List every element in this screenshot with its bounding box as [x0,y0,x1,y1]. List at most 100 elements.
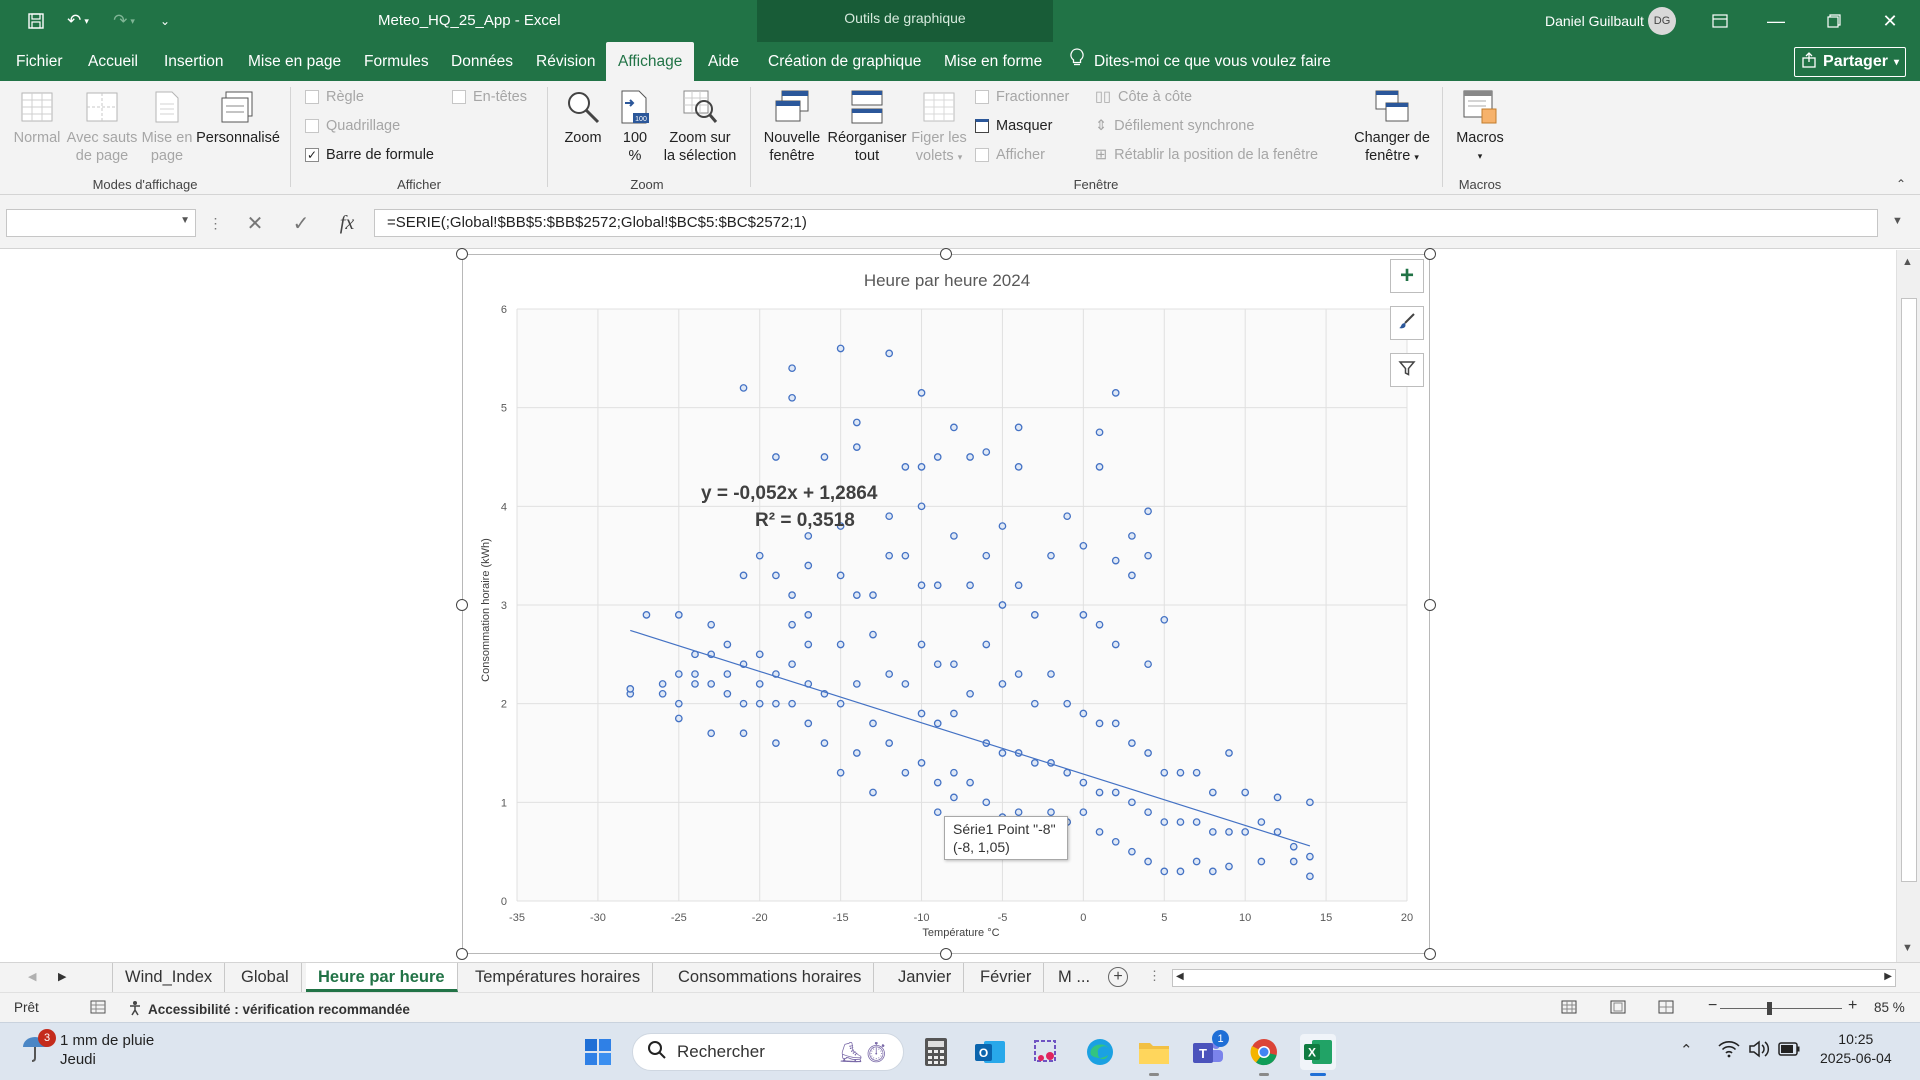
zoom-button[interactable]: Zoom [556,89,610,147]
data-point[interactable] [772,453,780,461]
data-point[interactable] [772,699,780,708]
data-point[interactable] [901,768,910,777]
data-point[interactable] [917,502,926,511]
data-point[interactable] [1306,852,1314,861]
tab-formules[interactable]: Formules [352,42,441,81]
data-point[interactable] [917,389,926,397]
data-point[interactable] [836,699,845,708]
scroll-right-icon[interactable]: ▶ [1884,971,1892,982]
scroll-down-icon[interactable]: ▼ [1902,942,1913,954]
data-point[interactable] [820,453,829,461]
weather-widget[interactable]: 3 1 mm de pluie Jeudi [20,1029,154,1069]
data-point[interactable] [1208,867,1217,876]
hide-window-button[interactable]: Masquer [975,118,1052,134]
data-point[interactable] [723,689,732,698]
data-point[interactable] [950,793,958,802]
normal-view-button[interactable]: Normal [8,89,66,147]
data-point[interactable] [982,551,991,560]
data-point[interactable] [1273,828,1282,836]
data-point[interactable] [998,749,1007,757]
data-point[interactable] [966,778,974,787]
data-point[interactable] [1111,837,1120,846]
data-point[interactable] [950,709,958,718]
outlook-icon[interactable]: O [972,1034,1008,1070]
data-point[interactable] [998,601,1007,609]
taskbar-clock[interactable]: 10:25 2025-06-04 [1820,1030,1892,1068]
more-options-icon[interactable]: ⋮ [208,209,223,237]
resize-handle[interactable] [456,599,468,611]
data-point[interactable] [1063,768,1072,777]
data-point[interactable] [950,423,958,432]
data-point[interactable] [674,714,683,723]
data-point[interactable] [836,344,845,353]
data-point[interactable] [1176,818,1185,826]
scroll-left-icon[interactable]: ◀ [1176,971,1184,982]
data-point[interactable] [1047,808,1055,817]
chevron-down-icon[interactable]: ▼ [180,215,190,226]
teams-icon[interactable]: T 1 [1190,1030,1229,1070]
data-point[interactable] [755,650,764,659]
data-point[interactable] [1306,872,1314,881]
data-point[interactable] [658,689,667,698]
split-button[interactable]: Fractionner [975,89,1069,105]
tab-aide[interactable]: Aide [696,42,751,81]
new-window-button[interactable]: Nouvelle fenêtre [758,89,826,165]
save-icon[interactable] [24,9,48,33]
data-point[interactable] [852,591,861,599]
data-point[interactable] [1047,670,1055,678]
calculator-icon[interactable] [918,1034,954,1070]
data-point[interactable] [998,522,1007,530]
undo-icon[interactable]: ↶ ▾ [60,9,96,33]
data-point[interactable] [1128,532,1136,540]
data-point[interactable] [755,699,764,708]
normal-view-status-icon[interactable] [1561,1000,1577,1017]
data-point[interactable] [901,680,910,688]
previous-sheet-icon[interactable]: ◀ [28,970,36,983]
data-point[interactable] [1030,759,1039,767]
data-point[interactable] [901,463,910,471]
data-point[interactable] [1079,611,1088,619]
share-button[interactable]: Partager ▾ [1794,47,1906,77]
data-point[interactable] [852,443,861,451]
y-axis-title[interactable]: Consommation horaire (kWh) [480,538,492,682]
data-point[interactable] [885,512,894,521]
data-point[interactable] [917,759,926,767]
data-point[interactable] [917,581,926,590]
data-point[interactable] [1128,739,1136,747]
data-point[interactable] [1095,463,1104,471]
sheet-tab-consommations-horaires[interactable]: Consommations horaires [666,963,875,992]
data-point[interactable] [869,591,877,599]
tab-creation-graphique[interactable]: Création de graphique [756,42,933,81]
data-point[interactable] [772,571,780,580]
chart-filters-button[interactable] [1390,353,1424,387]
data-point[interactable] [788,393,796,402]
data-point[interactable] [1095,788,1104,797]
data-point[interactable] [1192,818,1201,826]
data-point[interactable] [933,808,942,817]
close-icon[interactable]: ✕ [1870,6,1910,36]
data-point[interactable] [885,739,894,747]
data-point[interactable] [707,729,716,738]
data-point[interactable] [1144,749,1152,757]
page-break-view-button[interactable]: Avec sauts de page [66,89,138,165]
data-point[interactable] [707,620,716,629]
data-point[interactable] [885,551,894,560]
data-point[interactable] [1241,788,1250,797]
data-point[interactable] [1063,699,1072,708]
tab-affichage[interactable]: Affichage [606,42,695,81]
page-layout-status-icon[interactable] [1610,1000,1626,1017]
data-point[interactable] [1144,857,1152,866]
x-axis-title[interactable]: Température °C [922,927,999,939]
tab-fichier[interactable]: Fichier [4,42,75,81]
data-point[interactable] [852,749,861,757]
customize-toolbar-icon[interactable]: ⌄ [156,9,174,33]
data-point[interactable] [1014,463,1023,471]
chrome-icon[interactable] [1246,1034,1282,1076]
data-point[interactable] [901,551,910,560]
data-point[interactable] [998,680,1007,688]
tab-revision[interactable]: Révision [524,42,607,81]
data-point[interactable] [966,581,974,590]
scroll-up-icon[interactable]: ▲ [1902,256,1913,268]
data-point[interactable] [917,463,926,471]
volume-icon[interactable] [1748,1040,1770,1062]
